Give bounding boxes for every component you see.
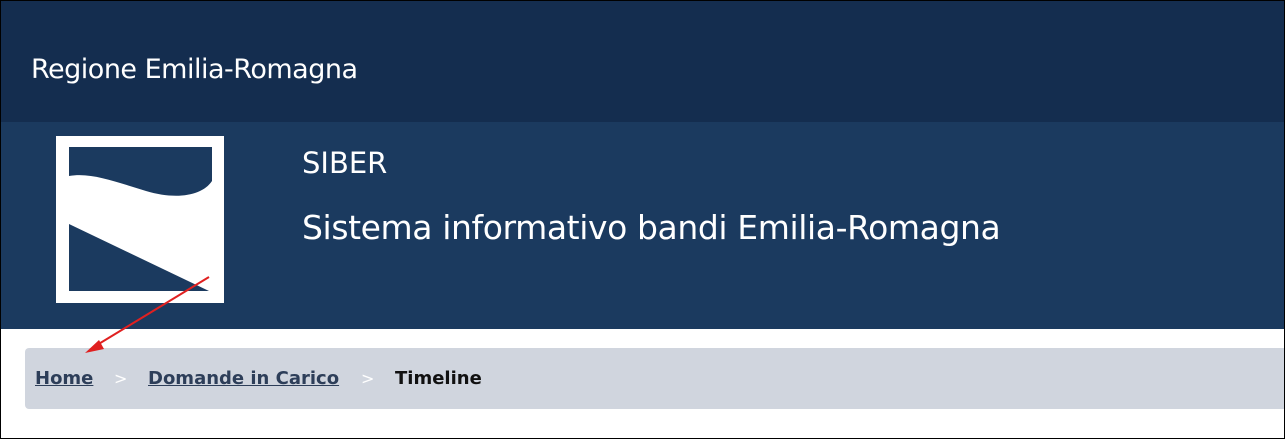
top-bar: Regione Emilia-Romagna xyxy=(1,1,1284,122)
app-subtitle: Sistema informativo bandi Emilia-Romagna xyxy=(302,208,1001,247)
page-frame: Regione Emilia-Romagna SIBER Sistema inf… xyxy=(0,0,1285,439)
breadcrumb: Home > Domande in Carico > Timeline xyxy=(25,348,1284,409)
emilia-romagna-logo-icon[interactable] xyxy=(56,136,224,303)
breadcrumb-separator: > xyxy=(114,369,128,388)
breadcrumb-domande-link[interactable]: Domande in Carico xyxy=(148,367,339,391)
app-name: SIBER xyxy=(302,146,388,180)
breadcrumb-home-link[interactable]: Home xyxy=(35,367,93,391)
breadcrumb-separator: > xyxy=(361,369,375,388)
region-title[interactable]: Regione Emilia-Romagna xyxy=(31,50,358,90)
breadcrumb-current-page: Timeline xyxy=(395,368,482,389)
header-band: SIBER Sistema informativo bandi Emilia-R… xyxy=(1,122,1284,329)
